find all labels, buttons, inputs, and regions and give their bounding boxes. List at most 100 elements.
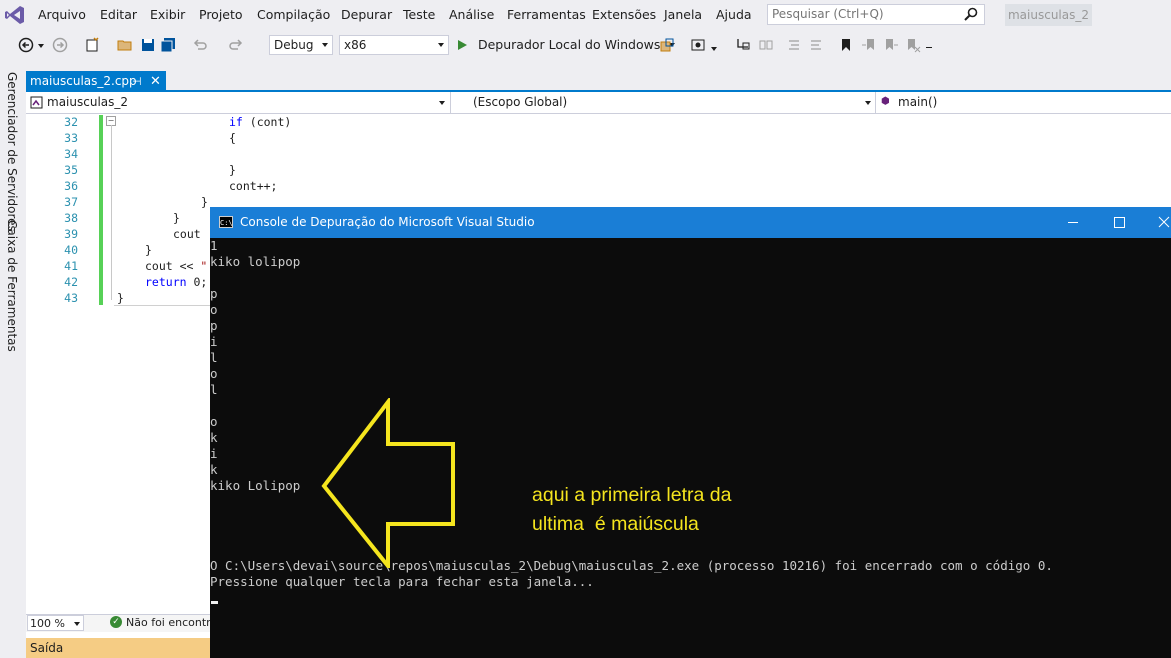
code-line-37: } bbox=[201, 195, 208, 209]
forward-arrow-icon[interactable] bbox=[52, 37, 68, 53]
zoom-select[interactable]: 100 % bbox=[27, 615, 84, 631]
tab-maiusculas-2-cpp[interactable]: maiusculas_2.cpp ⊣ ✕ bbox=[26, 71, 166, 92]
back-arrow-icon[interactable] bbox=[18, 37, 34, 53]
server-explorer-tab[interactable]: Gerenciador de Servidores bbox=[5, 72, 19, 232]
close-icon[interactable] bbox=[1141, 207, 1171, 238]
line-number: 42 bbox=[64, 275, 78, 289]
attach-process-icon[interactable] bbox=[659, 37, 675, 53]
menu-depurar[interactable]: Depurar bbox=[341, 7, 392, 22]
step-into-icon[interactable] bbox=[735, 37, 751, 53]
undo-icon[interactable] bbox=[192, 37, 208, 53]
project-scope-select[interactable]: maiusculas_2 bbox=[26, 92, 449, 113]
project-scope-value: maiusculas_2 bbox=[47, 95, 129, 109]
search-icon[interactable] bbox=[964, 7, 978, 21]
diagnostics-dropdown-icon[interactable] bbox=[711, 47, 717, 51]
next-bookmark-icon[interactable] bbox=[883, 37, 899, 53]
start-debugging-button[interactable]: Depurador Local do Windows bbox=[456, 35, 676, 55]
function-select[interactable]: ⬢ main() bbox=[875, 92, 1171, 113]
open-folder-icon[interactable] bbox=[117, 37, 133, 53]
function-icon: ⬢ bbox=[881, 96, 890, 107]
global-scope-select[interactable]: (Escopo Global) bbox=[450, 92, 875, 113]
menu-ferramentas[interactable]: Ferramentas bbox=[507, 7, 586, 22]
toolbox-tab[interactable]: Caixa de Ferramentas bbox=[5, 220, 19, 352]
tab-label: maiusculas_2.cpp bbox=[30, 74, 137, 88]
save-icon[interactable] bbox=[140, 37, 156, 53]
output-panel-tab[interactable]: Saída bbox=[26, 638, 210, 658]
search-input[interactable] bbox=[768, 5, 966, 23]
comment-out-icon[interactable] bbox=[786, 37, 802, 53]
code-text: cout << bbox=[145, 259, 201, 273]
play-icon bbox=[458, 40, 467, 50]
bookmark-icon[interactable] bbox=[838, 37, 854, 53]
global-scope-value: (Escopo Global) bbox=[473, 95, 568, 109]
console-line: o bbox=[210, 414, 218, 429]
clear-bookmarks-icon[interactable] bbox=[905, 37, 921, 53]
console-line: i bbox=[210, 334, 218, 349]
menu-extensoes[interactable]: Extensões bbox=[592, 7, 656, 22]
menu-analise[interactable]: Análise bbox=[449, 7, 494, 22]
code-line-42: return 0; bbox=[145, 275, 207, 289]
project-icon bbox=[30, 96, 43, 109]
document-tab-strip bbox=[26, 64, 1171, 92]
chevron-down-icon bbox=[865, 101, 871, 105]
previous-bookmark-icon[interactable] bbox=[861, 37, 877, 53]
console-title: Console de Depuração do Microsoft Visual… bbox=[240, 215, 535, 229]
issues-status[interactable]: Não foi encontra bbox=[126, 616, 217, 629]
start-debugging-label: Depurador Local do Windows bbox=[477, 37, 661, 52]
maximize-icon[interactable] bbox=[1096, 207, 1142, 238]
console-line: k bbox=[210, 462, 218, 477]
solution-config-select[interactable]: Debug bbox=[269, 35, 333, 55]
code-line-38: } bbox=[173, 211, 180, 225]
code-text: 0; bbox=[186, 275, 208, 289]
step-over-icon[interactable] bbox=[758, 37, 774, 53]
menu-teste[interactable]: Teste bbox=[403, 7, 435, 22]
console-line: l bbox=[210, 382, 218, 397]
line-number: 38 bbox=[64, 211, 78, 225]
menu-ajuda[interactable]: Ajuda bbox=[716, 7, 752, 22]
menu-arquivo[interactable]: Arquivo bbox=[38, 7, 86, 22]
search-box[interactable] bbox=[767, 4, 985, 25]
diagnostics-icon[interactable] bbox=[690, 37, 706, 53]
menu-editar[interactable]: Editar bbox=[100, 7, 137, 22]
keyword: if bbox=[229, 115, 243, 129]
code-line-35: } bbox=[229, 163, 236, 177]
chevron-down-icon bbox=[439, 101, 445, 105]
save-all-icon[interactable] bbox=[160, 37, 176, 53]
keyword: return bbox=[145, 275, 187, 289]
minimize-icon[interactable] bbox=[1050, 207, 1096, 238]
platform-select[interactable]: x86 bbox=[339, 35, 449, 55]
current-line-indicator bbox=[114, 305, 210, 306]
line-number: 32 bbox=[64, 115, 78, 129]
menu-janela[interactable]: Janela bbox=[664, 7, 702, 22]
debug-console-window[interactable]: C:\ Console de Depuração do Microsoft Vi… bbox=[210, 207, 1171, 658]
back-dropdown-icon[interactable] bbox=[38, 44, 44, 48]
menu-compilacao[interactable]: Compilação bbox=[257, 7, 330, 22]
menu-projeto[interactable]: Projeto bbox=[199, 7, 243, 22]
line-number: 43 bbox=[64, 291, 78, 305]
visual-studio-logo-icon bbox=[5, 6, 24, 24]
line-number: 40 bbox=[64, 243, 78, 257]
string-literal: " bbox=[200, 259, 208, 273]
console-app-icon: C:\ bbox=[219, 216, 233, 228]
solution-name: maiusculas_2 bbox=[1005, 4, 1092, 26]
annotation-arrow-icon bbox=[321, 398, 455, 568]
solution-config-value: Debug bbox=[274, 38, 314, 52]
toolbar: Debug x86 Depurador Local do Windows bbox=[0, 30, 1171, 60]
console-line: l bbox=[210, 350, 218, 365]
toolbar-options-icon[interactable] bbox=[926, 47, 932, 48]
menu-exibir[interactable]: Exibir bbox=[150, 7, 185, 22]
line-number: 41 bbox=[64, 259, 78, 273]
chevron-down-icon bbox=[74, 622, 80, 626]
console-line: kiko Lolipop bbox=[210, 478, 301, 493]
redo-icon[interactable] bbox=[228, 37, 244, 53]
close-icon[interactable]: ✕ bbox=[150, 71, 161, 92]
console-titlebar[interactable]: C:\ Console de Depuração do Microsoft Vi… bbox=[210, 207, 1171, 238]
code-line-39: cout bbox=[173, 227, 201, 241]
uncomment-icon[interactable] bbox=[808, 37, 824, 53]
console-output[interactable]: 1 kiko lolipop p o p i l o l o k i k kik… bbox=[210, 238, 1171, 658]
new-project-icon[interactable] bbox=[84, 37, 100, 53]
output-label: Saída bbox=[30, 641, 64, 655]
line-number: 35 bbox=[64, 163, 78, 177]
pin-icon[interactable]: ⊣ bbox=[132, 71, 142, 92]
console-line: i bbox=[210, 446, 218, 461]
